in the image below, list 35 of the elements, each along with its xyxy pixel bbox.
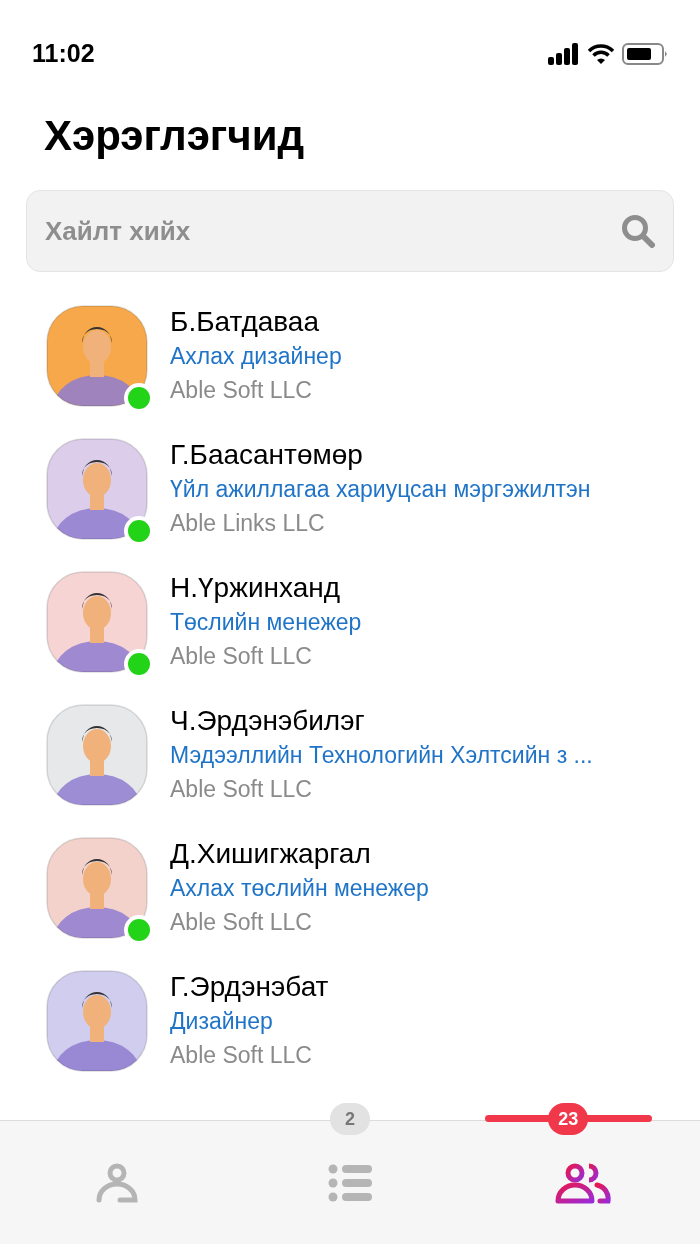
user-name: Г.Эрдэнэбат bbox=[170, 970, 329, 1004]
user-role: Үйл ажиллагаа хариуцсан мэргэжилтэн bbox=[170, 475, 591, 504]
wifi-icon bbox=[588, 44, 614, 64]
user-name: Б.Батдаваа bbox=[170, 305, 320, 339]
user-company: Able Soft LLC bbox=[170, 642, 313, 671]
user-name: Г.Баасантөмөр bbox=[170, 438, 364, 472]
user-name: Д.Хишигжаргал bbox=[170, 837, 372, 871]
user-name: Н.Үржинханд bbox=[170, 571, 342, 605]
page-title: Хэрэглэгчид bbox=[43, 111, 306, 161]
list-icon bbox=[328, 1162, 372, 1203]
user-company: Able Soft LLC bbox=[170, 775, 313, 804]
user-company: Able Soft LLC bbox=[170, 908, 313, 937]
search-field[interactable]: Хайлт хийх bbox=[45, 211, 621, 251]
count-badge: 23 bbox=[548, 1103, 589, 1135]
signal-icon bbox=[548, 43, 580, 65]
user-role: Мэдээллийн Технологийн Хэлтсийн з ... bbox=[170, 741, 593, 770]
search-icon[interactable] bbox=[621, 214, 655, 248]
user-row[interactable]: Н.Үржинханд Төслийн менежер Able Soft LLC bbox=[0, 570, 700, 673]
user-row[interactable]: Д.Хишигжаргал Ахлах төслийн менежер Able Soft LLC bbox=[0, 836, 700, 939]
search-bar[interactable]: Хайлт хийх bbox=[26, 190, 674, 272]
battery-icon bbox=[622, 43, 668, 65]
count-badge: 2 bbox=[330, 1103, 370, 1135]
user-role: Ахлах дизайнер bbox=[170, 342, 342, 371]
user-row[interactable]: Ч.Эрдэнэбилэг Мэдээллийн Технологийн Хэлтсийн з ... Able Soft LLC bbox=[0, 703, 700, 806]
user-role: Ахлах төслийн менежер bbox=[170, 874, 429, 903]
user-company: Able Links LLC bbox=[170, 509, 326, 538]
user-row[interactable]: Б.Батдаваа Ахлах дизайнер Able Soft LLC bbox=[0, 304, 700, 407]
user-company: Able Soft LLC bbox=[170, 1041, 313, 1070]
user-row[interactable]: Г.Эрдэнэбат Дизайнер Able Soft LLC bbox=[0, 969, 700, 1072]
user-company: Able Soft LLC bbox=[170, 376, 313, 405]
status-time: 11:02 bbox=[32, 38, 95, 70]
user-row[interactable]: Г.Баасантөмөр Үйл ажиллагаа хариуцсан мэргэжилтэн Able Links LLC bbox=[0, 437, 700, 540]
user-name: Ч.Эрдэнэбилэг bbox=[170, 704, 366, 738]
user-role: Төслийн менежер bbox=[170, 608, 362, 637]
user-role: Дизайнер bbox=[170, 1007, 274, 1036]
